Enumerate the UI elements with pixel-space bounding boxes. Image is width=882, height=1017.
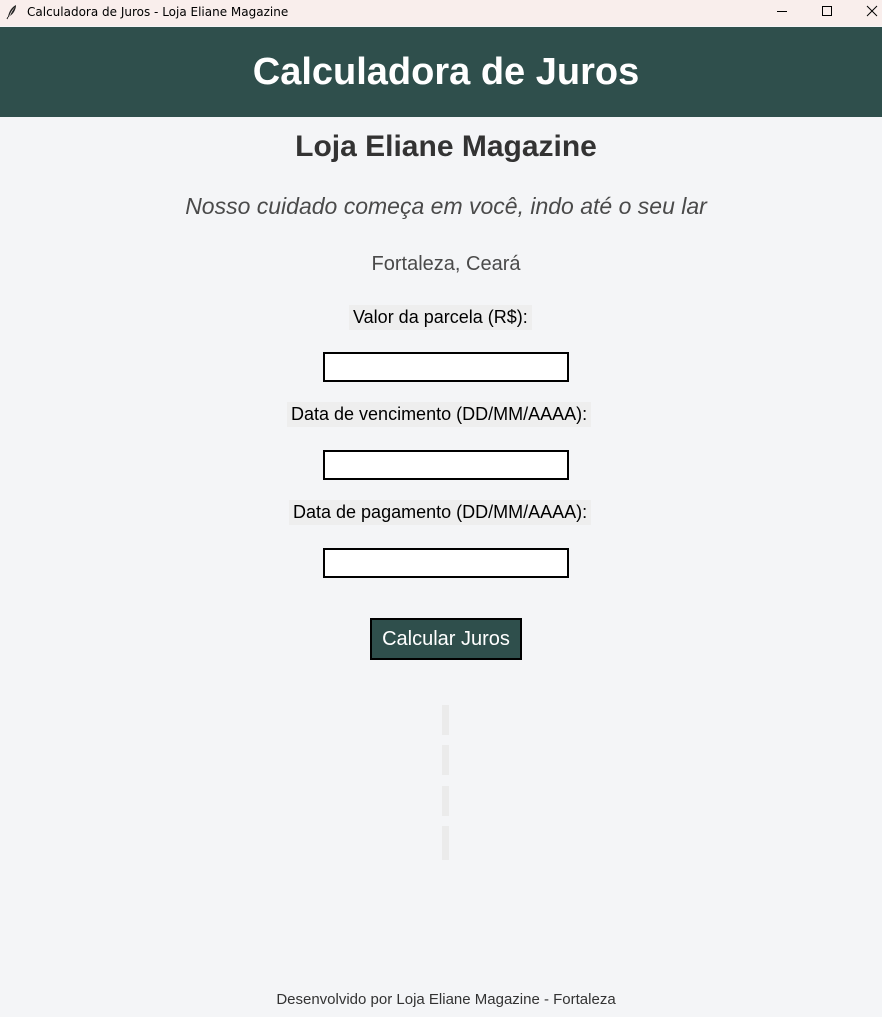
app-window: Calculadora de Juros - Loja Eliane Magaz…: [0, 0, 882, 1017]
title-bar[interactable]: Calculadora de Juros - Loja Eliane Magaz…: [0, 0, 882, 26]
result-line-4: [442, 826, 449, 860]
close-button[interactable]: [850, 0, 882, 26]
page-title: Calculadora de Juros: [252, 50, 640, 93]
result-line-2: [442, 745, 449, 775]
maximize-button[interactable]: [805, 0, 849, 26]
window-title: Calculadora de Juros - Loja Eliane Magaz…: [27, 5, 289, 19]
due-date-input[interactable]: [323, 450, 569, 480]
result-line-1: [442, 705, 449, 735]
store-slogan: Nosso cuidado começa em você, indo até o…: [185, 193, 707, 219]
due-date-label: Data de vencimento (DD/MM/AAAA):: [287, 402, 592, 427]
installment-input[interactable]: [323, 352, 569, 382]
minimize-button[interactable]: [760, 0, 804, 26]
maximize-icon: [821, 4, 833, 22]
header-banner: Calculadora de Juros: [0, 27, 882, 117]
feather-icon: [6, 4, 18, 20]
minimize-icon: [776, 4, 788, 22]
footer-credits: Desenvolvido por Loja Eliane Magazine - …: [276, 991, 616, 1008]
store-name: Loja Eliane Magazine: [295, 130, 597, 163]
installment-label: Valor da parcela (R$):: [349, 305, 532, 330]
payment-date-label: Data de pagamento (DD/MM/AAAA):: [289, 500, 592, 525]
close-icon: [866, 4, 878, 22]
calculate-interest-button[interactable]: Calcular Juros: [370, 618, 522, 660]
payment-date-input[interactable]: [323, 548, 569, 578]
result-line-3: [442, 786, 449, 816]
store-city: Fortaleza, Ceará: [371, 253, 521, 275]
